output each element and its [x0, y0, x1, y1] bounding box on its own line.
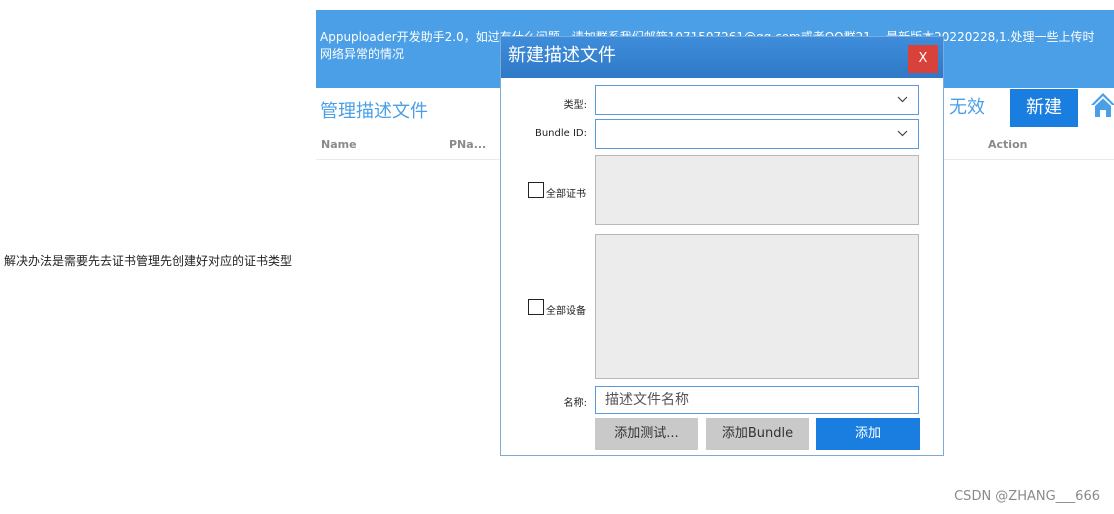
all-devices-checkbox[interactable]	[528, 299, 544, 315]
name-label: 名称:	[563, 398, 587, 409]
dialog-title-text: 新建描述文件	[508, 45, 616, 66]
home-icon[interactable]	[1090, 90, 1114, 120]
dialog-title: 新建描述文件	[501, 37, 943, 78]
column-header-name: Name	[321, 138, 357, 151]
all-certs-checkbox[interactable]	[528, 182, 544, 198]
certificates-list[interactable]	[595, 155, 919, 225]
side-note-text: 解决办法是需要先去证书管理先创建好对应的证书类型	[4, 254, 293, 268]
add-test-button[interactable]: 添加测试...	[595, 418, 698, 450]
profile-name-input[interactable]: 描述文件名称	[595, 386, 919, 414]
type-select[interactable]	[595, 85, 919, 115]
chevron-down-icon	[897, 96, 908, 103]
add-bundle-button[interactable]: 添加Bundle	[706, 418, 809, 450]
bundle-id-select[interactable]	[595, 119, 919, 149]
close-button[interactable]: X	[908, 45, 938, 73]
new-button[interactable]: 新建	[1010, 89, 1078, 127]
chevron-down-icon	[897, 130, 908, 137]
type-label: 类型:	[563, 100, 587, 111]
all-certs-label: 全部证书	[546, 189, 586, 200]
bundle-id-label: Bundle ID:	[534, 128, 587, 139]
devices-list[interactable]	[595, 234, 919, 379]
column-header-pname: PNa...	[449, 138, 487, 151]
page: 解决办法是需要先去证书管理先创建好对应的证书类型 CSDN @ZHANG___6…	[0, 0, 1114, 514]
column-header-action: Action	[988, 138, 1028, 151]
all-devices-label: 全部设备	[546, 306, 586, 317]
invalid-button[interactable]: 无效	[942, 89, 992, 127]
add-button[interactable]: 添加	[816, 418, 920, 450]
watermark: CSDN @ZHANG___666	[954, 489, 1100, 504]
page-title: 管理描述文件	[320, 101, 428, 122]
new-profile-dialog: 新建描述文件 X 类型: Bundle ID: 全部证书 全部设备 名称: 描述…	[500, 36, 944, 456]
